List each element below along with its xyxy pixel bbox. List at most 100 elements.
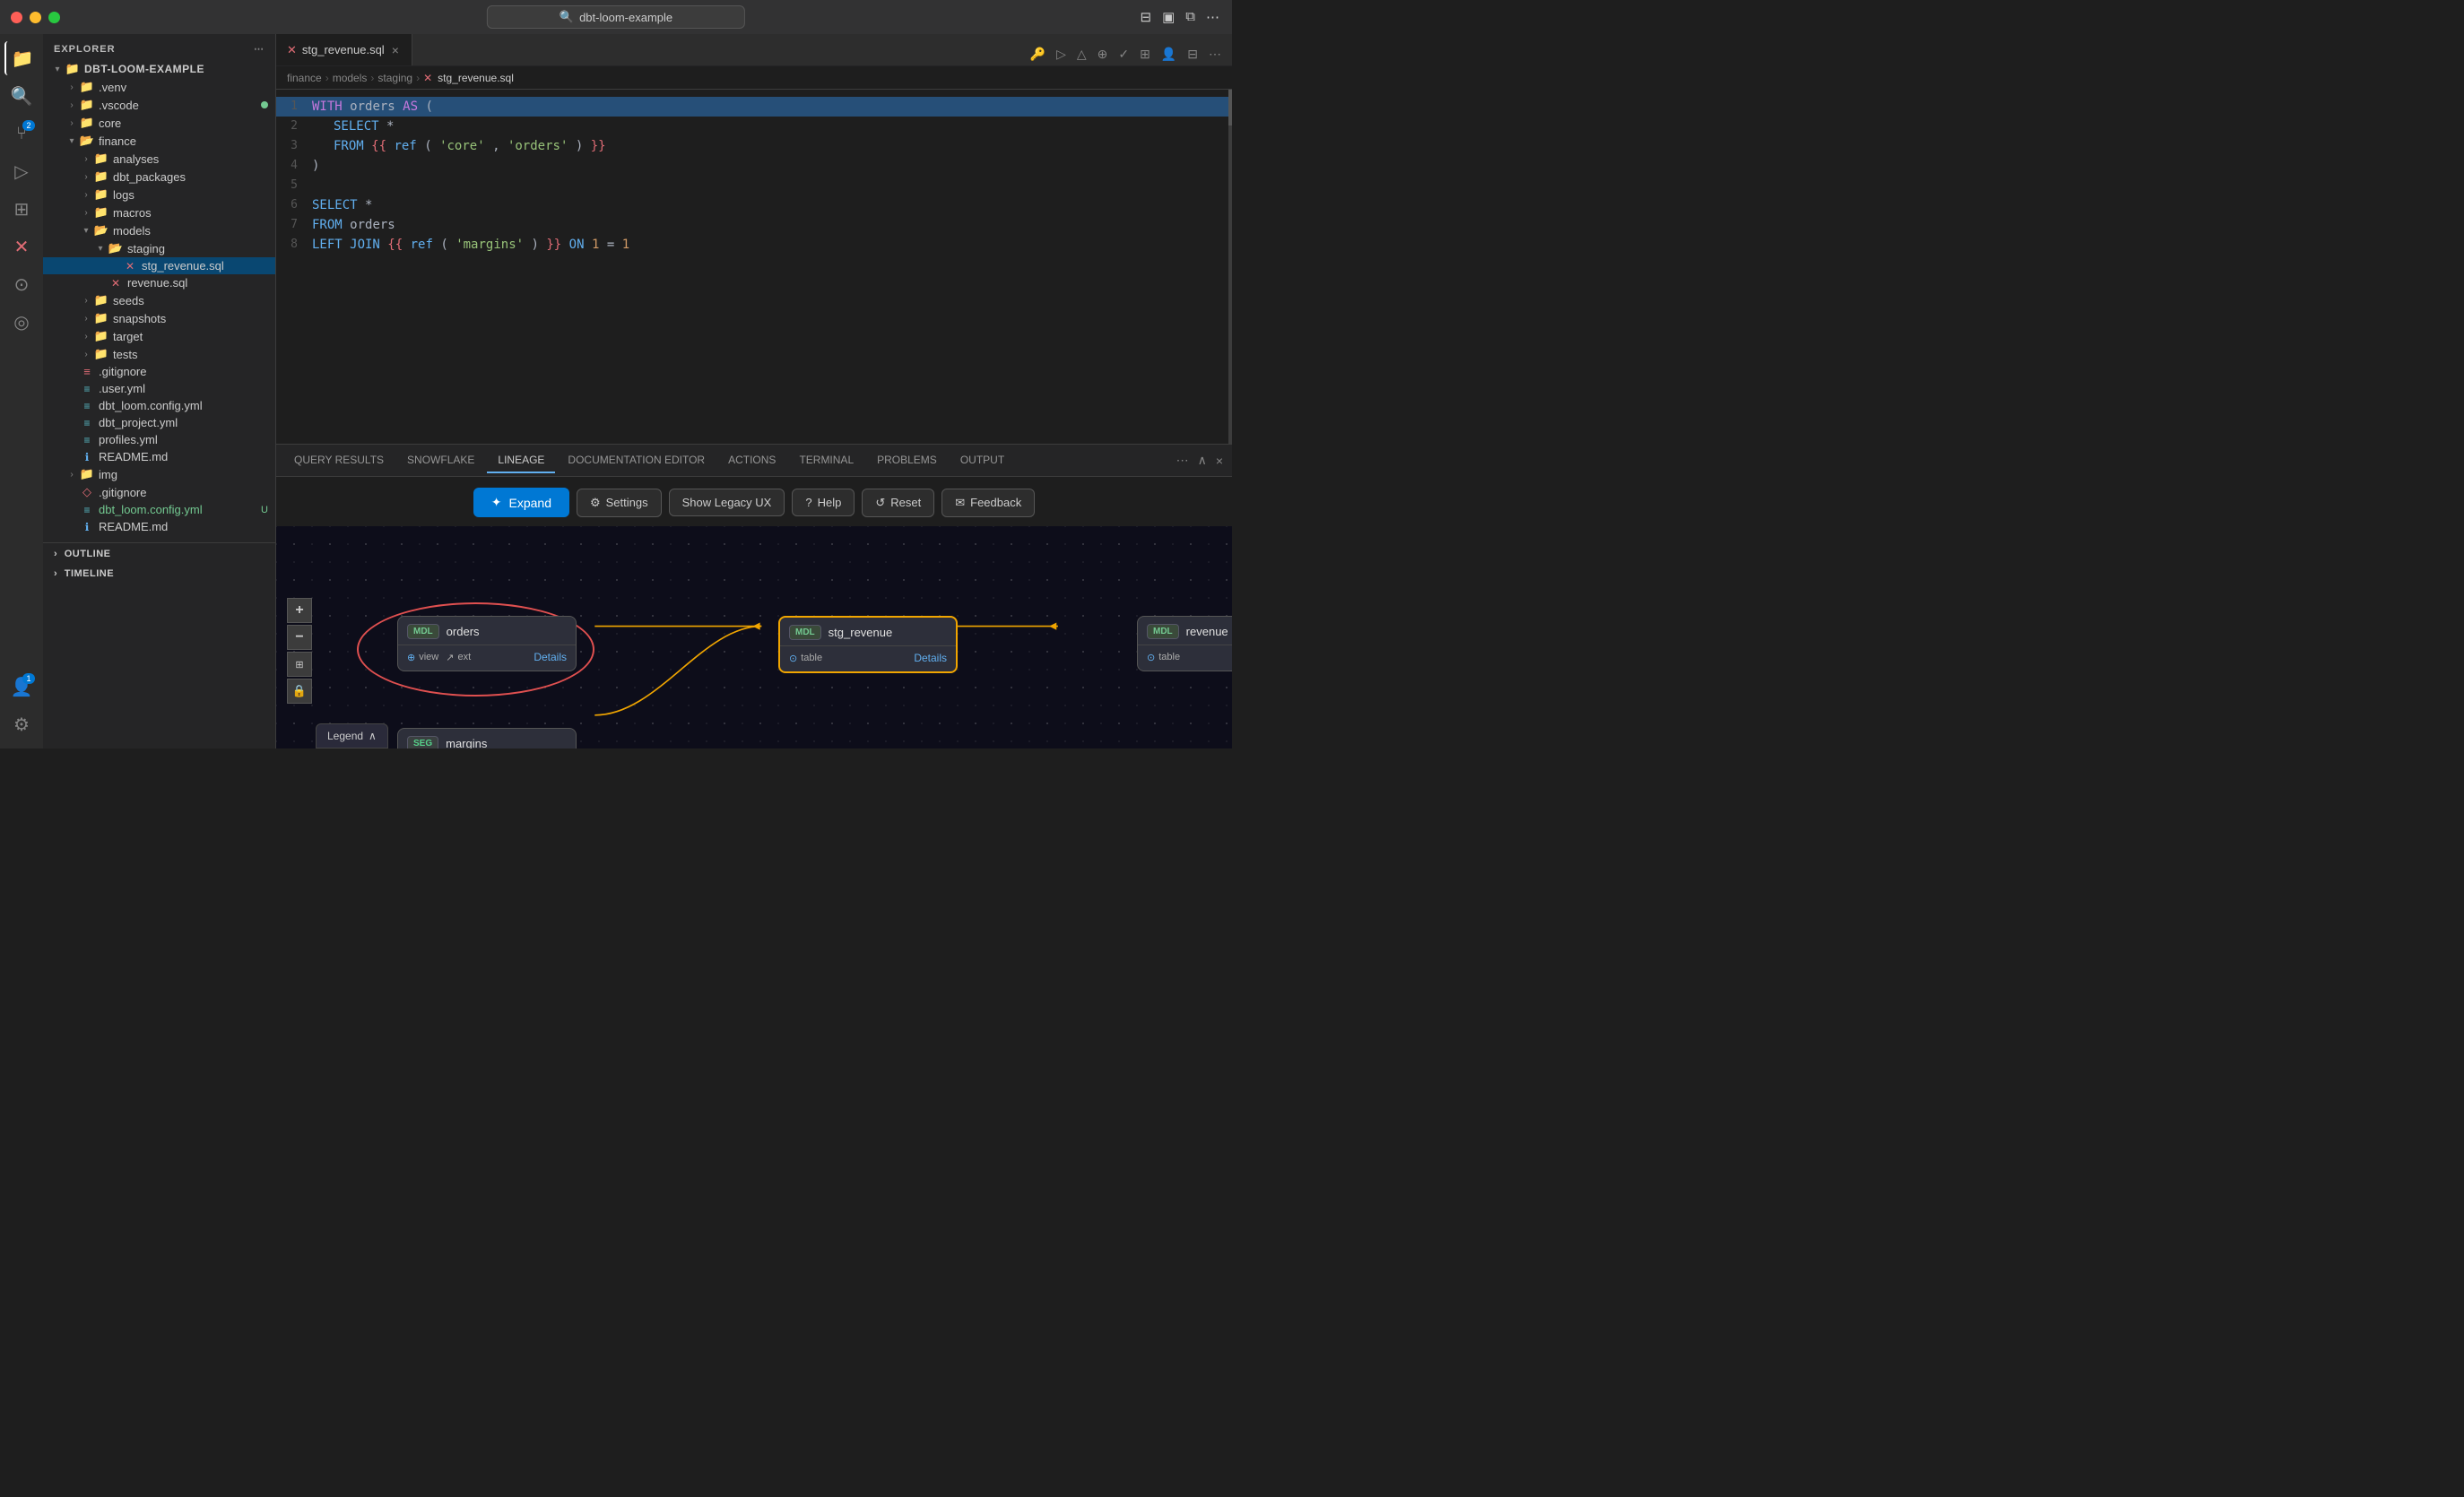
node-stg-revenue[interactable]: MDL stg_revenue ⊙ table Details	[778, 616, 958, 673]
sidebar-item-seeds[interactable]: › 📁 seeds	[43, 291, 275, 309]
zoom-lock-button[interactable]: 🔒	[287, 679, 312, 704]
maximize-button[interactable]	[48, 12, 60, 23]
sidebar-item-readme2[interactable]: ℹ README.md	[43, 518, 275, 535]
sidebar-item-staging[interactable]: ▾ 📂 staging	[43, 239, 275, 257]
sidebar-item-logs[interactable]: › 📁 logs	[43, 186, 275, 203]
sidebar-item-readme1[interactable]: ℹ README.md	[43, 448, 275, 465]
node-stg-revenue-details[interactable]: Details	[914, 652, 947, 664]
sidebar-item-tests[interactable]: › 📁 tests	[43, 345, 275, 363]
sidebar-item-dbt-loom-config[interactable]: ≡ dbt_loom.config.yml	[43, 397, 275, 414]
split-editor-icon[interactable]: ⊟	[1184, 43, 1202, 65]
more-panel-icon[interactable]: ⋯	[1175, 451, 1191, 470]
feedback-button[interactable]: ✉ Feedback	[941, 489, 1035, 517]
node-orders-details[interactable]: Details	[534, 651, 567, 663]
panel-icon[interactable]: ▣	[1160, 7, 1176, 27]
sidebar-item-gitignore2[interactable]: ◇ .gitignore	[43, 483, 275, 501]
table-icon: ⊙	[1147, 652, 1155, 663]
sidebar-item-dbt-project[interactable]: ≡ dbt_project.yml	[43, 414, 275, 431]
activity-explorer[interactable]: 📁	[4, 41, 39, 75]
close-panel-icon[interactable]: ×	[1214, 452, 1225, 470]
sidebar-item-stg-revenue[interactable]: ✕ stg_revenue.sql	[43, 257, 275, 274]
sidebar-item-core[interactable]: › 📁 core	[43, 114, 275, 132]
code-editor[interactable]: 1 WITH orders AS ( 2 SELECT * 3	[276, 90, 1232, 444]
activity-source-control[interactable]: ⑂ 2	[4, 117, 39, 151]
tab-snowflake[interactable]: SNOWFLAKE	[396, 448, 485, 473]
activity-extensions[interactable]: ⊞	[4, 192, 39, 226]
zoom-out-button[interactable]: −	[287, 625, 312, 650]
chevron-right-icon: ›	[79, 332, 93, 342]
activity-settings[interactable]: ⚙	[4, 707, 39, 741]
tab-stg-revenue[interactable]: ✕ stg_revenue.sql ×	[276, 34, 412, 65]
sidebar-more-icon[interactable]: ⋯	[254, 43, 265, 55]
tab-close-button[interactable]: ×	[390, 42, 401, 58]
tab-terminal[interactable]: TERMINAL	[788, 448, 864, 473]
close-button[interactable]	[11, 12, 22, 23]
tab-lineage[interactable]: LINEAGE	[487, 448, 555, 473]
sidebar-item-gitignore1[interactable]: ≡ .gitignore	[43, 363, 275, 380]
node-revenue[interactable]: MDL revenue ⊙ table Details	[1137, 616, 1232, 671]
git-file-icon: ≡	[79, 365, 95, 378]
node-margins[interactable]: SEG margins ⊙ seed Details	[397, 728, 577, 748]
reset-button[interactable]: ↺ Reset	[862, 489, 934, 517]
run-file-icon[interactable]: 🔑	[1027, 43, 1049, 65]
sidebar-item-user-yml[interactable]: ≡ .user.yml	[43, 380, 275, 397]
stg-revenue-label: stg_revenue.sql	[142, 259, 275, 273]
person-icon[interactable]: 👤	[1158, 43, 1180, 65]
layout-icon[interactable]: ⊟	[1139, 7, 1154, 27]
minimize-button[interactable]	[30, 12, 41, 23]
breadcrumb-finance[interactable]: finance	[287, 72, 322, 84]
editor-scrollbar[interactable]	[1228, 90, 1232, 444]
node-orders[interactable]: MDL orders ⊕ view ↗ ext	[397, 616, 577, 671]
revenue-label: revenue.sql	[127, 276, 275, 290]
breadcrumb-staging[interactable]: staging	[377, 72, 412, 84]
timeline-section[interactable]: › TIMELINE	[43, 563, 275, 583]
sidebar-item-snapshots[interactable]: › 📁 snapshots	[43, 309, 275, 327]
zoom-fit-button[interactable]: ⊞	[287, 652, 312, 677]
snowflake-label: SNOWFLAKE	[407, 454, 474, 466]
check-icon[interactable]: ✓	[1115, 43, 1132, 65]
node-stg-revenue-body: ⊙ table Details	[780, 646, 956, 671]
sidebar-item-profiles[interactable]: ≡ profiles.yml	[43, 431, 275, 448]
tab-output[interactable]: OUTPUT	[950, 448, 1015, 473]
zoom-in-button[interactable]: +	[287, 598, 312, 623]
run-button[interactable]: ▷	[1053, 43, 1070, 65]
tab-query-results[interactable]: QUERY RESULTS	[283, 448, 395, 473]
split-icon[interactable]: ⧉	[1184, 7, 1197, 27]
sidebar-item-venv[interactable]: › 📁 .venv	[43, 78, 275, 96]
outline-label: OUTLINE	[65, 549, 111, 559]
sidebar-item-vscode[interactable]: › 📁 .vscode	[43, 96, 275, 114]
more-actions-icon[interactable]: ⋯	[1205, 43, 1225, 65]
collapse-panel-icon[interactable]: ∧	[1196, 451, 1209, 470]
expand-button[interactable]: ✦ Expand	[473, 488, 569, 517]
tab-documentation-editor[interactable]: DOCUMENTATION EDITOR	[557, 448, 716, 473]
sidebar-item-macros[interactable]: › 📁 macros	[43, 203, 275, 221]
breadcrumb-models[interactable]: models	[333, 72, 368, 84]
legend-bar[interactable]: Legend ∧	[316, 723, 388, 748]
activity-accounts[interactable]: 👤 1	[4, 670, 39, 704]
help-button[interactable]: ? Help	[792, 489, 855, 516]
preview-icon[interactable]: △	[1073, 43, 1090, 65]
activity-github[interactable]: ⊙	[4, 267, 39, 301]
activity-dbt[interactable]: ✕	[4, 229, 39, 264]
sidebar-item-revenue[interactable]: ✕ revenue.sql	[43, 274, 275, 291]
sidebar-item-root[interactable]: ▾ 📁 DBT-LOOM-EXAMPLE	[43, 60, 275, 78]
settings-button[interactable]: ⚙ Settings	[577, 489, 662, 517]
activity-search[interactable]: 🔍	[4, 79, 39, 113]
sidebar-item-models[interactable]: ▾ 📂 models	[43, 221, 275, 239]
sidebar-item-dbt-loom-config2[interactable]: ≡ dbt_loom.config.yml U	[43, 501, 275, 518]
tab-actions[interactable]: ACTIONS	[717, 448, 786, 473]
sidebar-item-target[interactable]: › 📁 target	[43, 327, 275, 345]
global-search[interactable]: 🔍 dbt-loom-example	[487, 5, 745, 29]
activity-run[interactable]: ▷	[4, 154, 39, 188]
sidebar-item-dbt-packages[interactable]: › 📁 dbt_packages	[43, 168, 275, 186]
tab-problems[interactable]: PROBLEMS	[866, 448, 948, 473]
show-legacy-ux-button[interactable]: Show Legacy UX	[669, 489, 785, 516]
outline-section[interactable]: › OUTLINE	[43, 543, 275, 563]
format-icon[interactable]: ⊕	[1094, 43, 1112, 65]
sidebar-item-finance[interactable]: ▾ 📂 finance	[43, 132, 275, 150]
more-icon[interactable]: ⋯	[1204, 7, 1221, 27]
activity-plugin[interactable]: ◎	[4, 305, 39, 339]
sidebar-item-analyses[interactable]: › 📁 analyses	[43, 150, 275, 168]
grid-icon[interactable]: ⊞	[1136, 43, 1154, 65]
sidebar-item-img[interactable]: › 📁 img	[43, 465, 275, 483]
